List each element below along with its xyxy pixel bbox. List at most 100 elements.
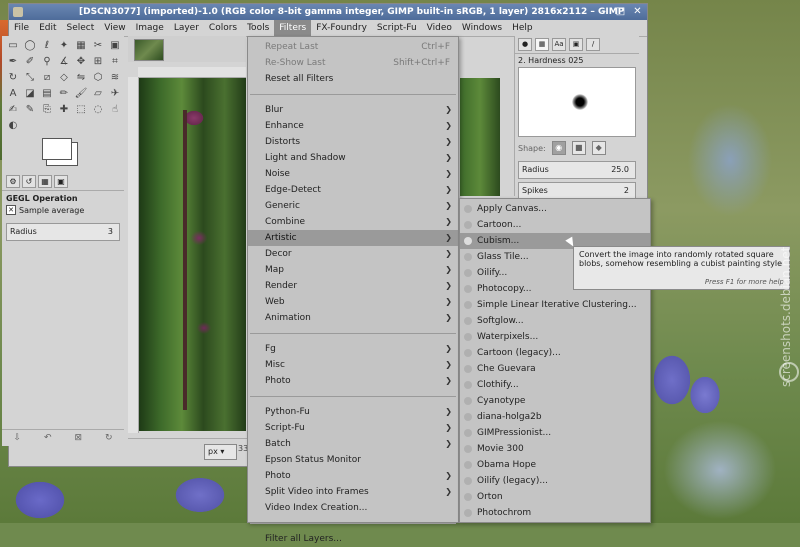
menu-item-edge-detect[interactable]: Edge-Detect ❯ [248, 182, 458, 198]
vertical-ruler[interactable] [128, 77, 139, 433]
scale-tool-icon[interactable]: ⤡ [23, 71, 37, 84]
sample-average-option[interactable]: ✕ Sample average [2, 203, 124, 217]
submenu-item-apply-canvas[interactable]: Apply Canvas... [460, 201, 650, 217]
menu-item-map[interactable]: Map ❯ [248, 262, 458, 278]
brush-radius-slider[interactable]: Radius 25.0 [518, 161, 636, 179]
submenu-item-photochrom[interactable]: Photochrom [460, 505, 650, 521]
blend-tool-icon[interactable]: ▤ [40, 87, 54, 100]
menu-item-repeat-last[interactable]: Repeat Last Ctrl+F [248, 39, 458, 55]
submenu-item-obama-hope[interactable]: Obama Hope [460, 457, 650, 473]
unit-selector[interactable]: px ▾ [204, 444, 237, 460]
menu-item-artistic[interactable]: Artistic ❯ [248, 230, 458, 246]
submenu-item-waterpixels[interactable]: Waterpixels... [460, 329, 650, 345]
menu-item-epson-status-monitor[interactable]: Epson Status Monitor [248, 452, 458, 468]
menu-item-video-index[interactable]: Video Index Creation... [248, 500, 458, 516]
fonts-tab-icon[interactable]: Aa [552, 38, 566, 51]
submenu-item-gimpressionist[interactable]: GIMPressionist... [460, 425, 650, 441]
horizontal-ruler[interactable] [138, 67, 246, 78]
menu-item-misc[interactable]: Misc ❯ [248, 357, 458, 373]
paintbrush-tool-icon[interactable]: 🖌 [74, 87, 88, 100]
menu-filters[interactable]: Filters [274, 20, 312, 36]
shape-square-icon[interactable]: ■ [571, 141, 586, 155]
menu-item-noise[interactable]: Noise ❯ [248, 166, 458, 182]
eraser-tool-icon[interactable]: ▱ [91, 87, 105, 100]
measure-tool-icon[interactable]: ∡ [57, 55, 71, 68]
menu-image[interactable]: Image [131, 20, 169, 36]
menu-item-script-fu[interactable]: Script-Fu ❯ [248, 420, 458, 436]
sample-average-checkbox[interactable]: ✕ [6, 205, 16, 215]
menu-video[interactable]: Video [422, 20, 457, 36]
image-canvas-right[interactable] [460, 78, 500, 196]
move-tool-icon[interactable]: ✥ [74, 55, 88, 68]
fuzzy-select-tool-icon[interactable]: ✦ [57, 39, 71, 52]
scissors-tool-icon[interactable]: ✂ [91, 39, 105, 52]
document-history-tab-icon[interactable]: ▣ [569, 38, 583, 51]
text-tool-icon[interactable]: A [6, 87, 20, 100]
brush-editor-tab-icon[interactable]: / [586, 38, 600, 51]
zoom-tool-icon[interactable]: ⚲ [40, 55, 54, 68]
radius-spinner[interactable]: Radius 3 [6, 223, 120, 241]
submenu-item-che-guevara[interactable]: Che Guevara [460, 361, 650, 377]
submenu-item-cyanotype[interactable]: Cyanotype [460, 393, 650, 409]
reset-options-icon[interactable]: ↻ [105, 433, 113, 443]
menu-item-fg[interactable]: Fg ❯ [248, 341, 458, 357]
menu-item-render[interactable]: Render ❯ [248, 278, 458, 294]
menu-item-blur[interactable]: Blur ❯ [248, 102, 458, 118]
menu-item-re-show-last[interactable]: Re-Show Last Shift+Ctrl+F [248, 55, 458, 71]
images-tab-icon[interactable]: ▣ [54, 175, 68, 188]
menu-item-decor[interactable]: Decor ❯ [248, 246, 458, 262]
ellipse-select-tool-icon[interactable]: ◯ [23, 39, 37, 52]
rect-select-tool-icon[interactable]: ▭ [6, 39, 20, 52]
window-menu-icon[interactable] [13, 7, 23, 17]
foreground-color-swatch[interactable] [42, 138, 72, 160]
flip-tool-icon[interactable]: ⇋ [74, 71, 88, 84]
rotate-tool-icon[interactable]: ↻ [6, 71, 20, 84]
perspective-tool-icon[interactable]: ◇ [57, 71, 71, 84]
menu-item-light-and-shadow[interactable]: Light and Shadow ❯ [248, 150, 458, 166]
clone-tool-icon[interactable]: ⎘ [40, 103, 54, 116]
submenu-item-cartoon[interactable]: Cartoon... [460, 217, 650, 233]
menu-colors[interactable]: Colors [204, 20, 242, 36]
align-tool-icon[interactable]: ⊞ [91, 55, 105, 68]
crop-tool-icon[interactable]: ⌗ [108, 55, 122, 68]
maximize-icon[interactable]: □ [614, 5, 627, 18]
submenu-item-orton[interactable]: Orton [460, 489, 650, 505]
menu-view[interactable]: View [99, 20, 130, 36]
menu-script-fu[interactable]: Script-Fu [372, 20, 422, 36]
menu-item-filter-all-layers[interactable]: Filter all Layers... [248, 531, 458, 547]
dodge-burn-tool-icon[interactable]: ◐ [6, 119, 20, 132]
foreground-select-tool-icon[interactable]: ▣ [108, 39, 122, 52]
title-bar[interactable]: [DSCN3077] (imported)-1.0 (RGB color 8-b… [9, 4, 647, 20]
mypaint-brush-tool-icon[interactable]: ✎ [23, 103, 37, 116]
brushes-tab-icon[interactable]: ● [518, 38, 532, 51]
color-picker-tool-icon[interactable]: ✐ [23, 55, 37, 68]
menu-select[interactable]: Select [62, 20, 100, 36]
shape-circle-icon[interactable]: ◉ [551, 141, 566, 155]
menu-item-batch[interactable]: Batch ❯ [248, 436, 458, 452]
image-canvas[interactable] [139, 78, 246, 431]
color-select-tool-icon[interactable]: ▦ [74, 39, 88, 52]
menu-tools[interactable]: Tools [242, 20, 274, 36]
menu-item-animation[interactable]: Animation ❯ [248, 310, 458, 326]
submenu-item-clothify[interactable]: Clothify... [460, 377, 650, 393]
submenu-item-diana-holga2b[interactable]: diana-holga2b [460, 409, 650, 425]
menu-help[interactable]: Help [507, 20, 538, 36]
smudge-tool-icon[interactable]: ☝ [108, 103, 122, 116]
menu-layer[interactable]: Layer [169, 20, 204, 36]
paths-tool-icon[interactable]: ✒ [6, 55, 20, 68]
save-options-icon[interactable]: ⇩ [13, 433, 21, 443]
menu-fx-foundry[interactable]: FX-Foundry [311, 20, 372, 36]
device-status-tab-icon[interactable]: ↺ [22, 175, 36, 188]
airbrush-tool-icon[interactable]: ✈ [108, 87, 122, 100]
warp-tool-icon[interactable]: ≋ [108, 71, 122, 84]
shear-tool-icon[interactable]: ⧄ [40, 71, 54, 84]
menu-file[interactable]: File [9, 20, 34, 36]
image-tab-thumbnail[interactable] [134, 39, 164, 61]
patterns-tab-icon[interactable]: ▦ [535, 38, 549, 51]
menu-item-web[interactable]: Web ❯ [248, 294, 458, 310]
delete-options-icon[interactable]: ⊠ [74, 433, 82, 443]
menu-item-combine[interactable]: Combine ❯ [248, 214, 458, 230]
ink-tool-icon[interactable]: ✍ [6, 103, 20, 116]
menu-edit[interactable]: Edit [34, 20, 61, 36]
cage-tool-icon[interactable]: ⬡ [91, 71, 105, 84]
